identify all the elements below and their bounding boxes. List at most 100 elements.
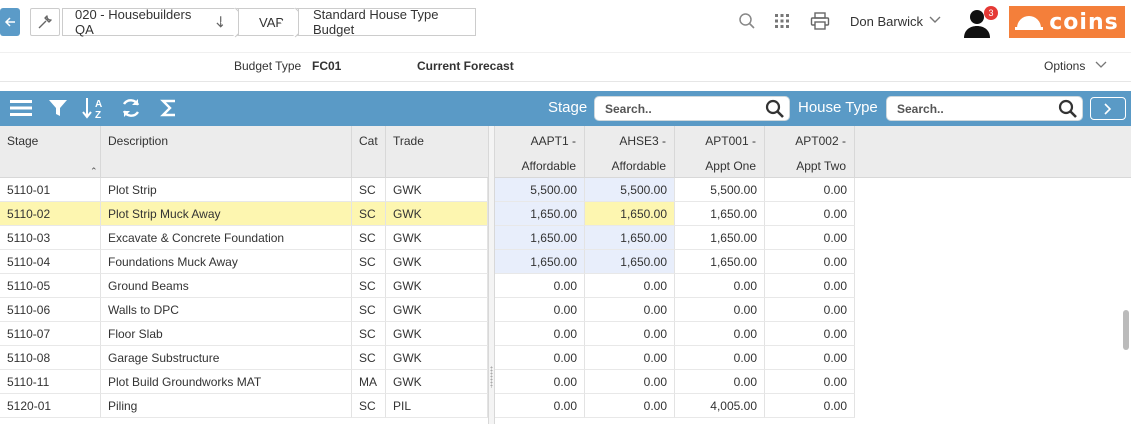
column-header-aapt1[interactable]: AAPT1 - Affordable [495,126,585,178]
cell-stage[interactable]: 5110-05 [0,274,101,298]
cell-stage[interactable]: 5110-11 [0,370,101,394]
search-icon[interactable] [765,99,785,119]
table-row[interactable]: 1,650.00 1,650.00 1,650.00 0.00 [495,250,855,274]
table-row[interactable]: 5110-02 Plot Strip Muck Away SC GWK [0,202,488,226]
cell-stage[interactable]: 5110-04 [0,250,101,274]
cell-value[interactable]: 1,650.00 [675,202,765,226]
cell-value[interactable]: 0.00 [765,274,855,298]
cell-trade[interactable]: GWK [386,370,488,394]
column-header-trade[interactable]: Trade [386,126,488,178]
cell-value[interactable]: 1,650.00 [585,226,675,250]
table-row[interactable]: 0.00 0.00 0.00 0.00 [495,322,855,346]
cell-value[interactable]: 1,650.00 [585,202,675,226]
table-row[interactable]: 5120-01 Piling SC PIL [0,394,488,418]
cell-stage[interactable]: 5110-02 [0,202,101,226]
back-button[interactable] [0,8,20,36]
cell-value[interactable]: 0.00 [765,394,855,418]
cell-value[interactable]: 0.00 [585,322,675,346]
column-header-cat[interactable]: Cat [352,126,386,178]
cell-value[interactable]: 5,500.00 [495,178,585,202]
cell-cat[interactable]: SC [352,202,386,226]
sort-az-icon[interactable]: A Z [82,96,106,120]
cell-value[interactable]: 1,650.00 [675,250,765,274]
table-row[interactable]: 0.00 0.00 0.00 0.00 [495,370,855,394]
cell-cat[interactable]: SC [352,178,386,202]
cell-value[interactable]: 0.00 [585,370,675,394]
cell-stage[interactable]: 5110-06 [0,298,101,322]
cell-value[interactable]: 0.00 [495,394,585,418]
column-header-apt001[interactable]: APT001 - Appt One [675,126,765,178]
notification-badge[interactable]: 3 [984,6,998,20]
cell-description[interactable]: Floor Slab [101,322,352,346]
cell-description[interactable]: Plot Strip [101,178,352,202]
cell-value[interactable]: 1,650.00 [675,226,765,250]
table-row[interactable]: 5110-01 Plot Strip SC GWK [0,178,488,202]
column-header-apt002[interactable]: APT002 - Appt Two [765,126,855,178]
column-header-description[interactable]: Description [101,126,352,178]
cell-value[interactable]: 5,500.00 [675,178,765,202]
cell-stage[interactable]: 5120-01 [0,394,101,418]
cell-description[interactable]: Piling [101,394,352,418]
table-row[interactable]: 1,650.00 1,650.00 1,650.00 0.00 [495,226,855,250]
cell-value[interactable]: 0.00 [675,298,765,322]
cell-value[interactable]: 0.00 [585,394,675,418]
cell-cat[interactable]: SC [352,346,386,370]
cell-value[interactable]: 5,500.00 [585,178,675,202]
cell-cat[interactable]: SC [352,394,386,418]
cell-value[interactable]: 0.00 [585,274,675,298]
cell-description[interactable]: Excavate & Concrete Foundation [101,226,352,250]
cell-trade[interactable]: GWK [386,298,488,322]
cell-value[interactable]: 0.00 [495,298,585,322]
vertical-scrollbar[interactable] [1123,310,1129,350]
user-name[interactable]: Don Barwick [850,14,923,29]
chevron-down-icon[interactable] [928,12,942,26]
table-row[interactable]: 5110-08 Garage Substructure SC GWK [0,346,488,370]
cell-value[interactable]: 1,650.00 [585,250,675,274]
grid-splitter[interactable] [488,126,495,424]
cell-stage[interactable]: 5110-07 [0,322,101,346]
cell-trade[interactable]: GWK [386,226,488,250]
cell-value[interactable]: 0.00 [585,346,675,370]
cell-value[interactable]: 0.00 [585,298,675,322]
cell-value[interactable]: 1,650.00 [495,202,585,226]
house-type-search-input[interactable] [897,100,1047,118]
cell-value[interactable]: 0.00 [765,298,855,322]
cell-value[interactable]: 0.00 [765,178,855,202]
cell-cat[interactable]: SC [352,226,386,250]
table-row[interactable]: 5110-04 Foundations Muck Away SC GWK [0,250,488,274]
options-menu[interactable]: Options [1044,59,1085,73]
filter-icon[interactable] [46,96,70,120]
table-row[interactable]: 5110-11 Plot Build Groundworks MAT MA GWK [0,370,488,394]
column-header-ahse3[interactable]: AHSE3 - Affordable [585,126,675,178]
chevron-down-icon[interactable] [1094,57,1108,71]
cell-value[interactable]: 0.00 [765,322,855,346]
cell-cat[interactable]: SC [352,322,386,346]
cell-stage[interactable]: 5110-03 [0,226,101,250]
breadcrumb-vap[interactable]: VAP [238,8,298,36]
cell-value[interactable]: 0.00 [675,346,765,370]
printer-icon[interactable] [809,10,831,32]
menu-icon[interactable] [9,96,33,120]
cell-value[interactable]: 0.00 [495,370,585,394]
cell-trade[interactable]: GWK [386,346,488,370]
refresh-icon[interactable] [119,96,143,120]
cell-description[interactable]: Garage Substructure [101,346,352,370]
cell-cat[interactable]: MA [352,370,386,394]
cell-trade[interactable]: GWK [386,178,488,202]
cell-trade[interactable]: GWK [386,322,488,346]
cell-value[interactable]: 4,005.00 [675,394,765,418]
cell-trade[interactable]: GWK [386,274,488,298]
cell-stage[interactable]: 5110-08 [0,346,101,370]
table-row[interactable]: 5110-06 Walls to DPC SC GWK [0,298,488,322]
sigma-sum-icon[interactable] [157,96,181,120]
cell-value[interactable]: 0.00 [675,370,765,394]
cell-value[interactable]: 0.00 [765,226,855,250]
breadcrumb-project[interactable]: 020 - Housebuilders QA [62,7,238,37]
table-row[interactable]: 0.00 0.00 0.00 0.00 [495,274,855,298]
stage-search-input[interactable] [605,100,755,118]
cell-description[interactable]: Ground Beams [101,274,352,298]
cell-value[interactable]: 1,650.00 [495,226,585,250]
apps-grid-icon[interactable] [771,10,793,32]
cell-value[interactable]: 0.00 [765,370,855,394]
table-row[interactable]: 5,500.00 5,500.00 5,500.00 0.00 [495,178,855,202]
